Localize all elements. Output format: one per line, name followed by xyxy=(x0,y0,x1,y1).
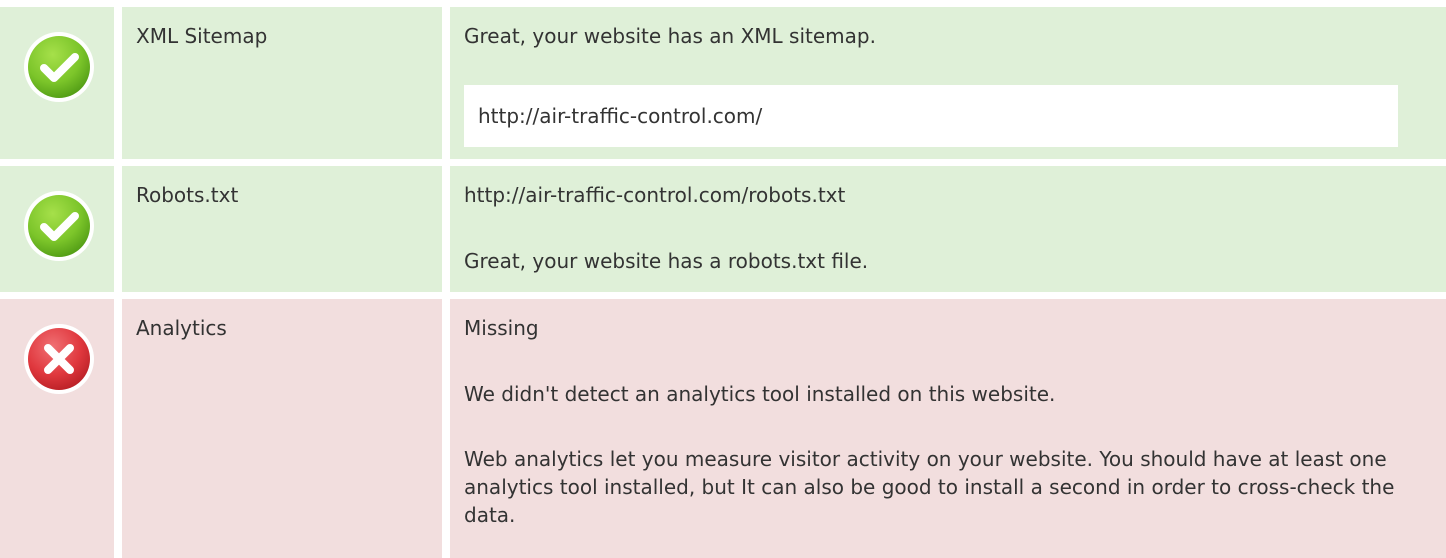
result-advice: Web analytics let you measure visitor ac… xyxy=(464,447,1395,527)
result-status: Missing xyxy=(464,316,539,340)
check-result-cell: Missing We didn't detect an analytics to… xyxy=(450,299,1446,558)
check-name: XML Sitemap xyxy=(136,24,268,48)
check-name: Robots.txt xyxy=(136,183,239,207)
robots-url: http://air-traffic-control.com/robots.tx… xyxy=(464,183,846,207)
status-cell xyxy=(0,166,114,292)
result-message: We didn't detect an analytics tool insta… xyxy=(464,382,1056,406)
sitemap-url: http://air-traffic-control.com/ xyxy=(478,104,763,128)
check-circle-icon xyxy=(22,30,96,104)
result-message: Great, your website has a robots.txt fil… xyxy=(464,249,869,273)
result-message: Great, your website has an XML sitemap. xyxy=(464,24,876,48)
check-result-cell: Great, your website has an XML sitemap. … xyxy=(450,7,1446,159)
check-name-cell: XML Sitemap xyxy=(122,7,442,159)
check-name-cell: Robots.txt xyxy=(122,166,442,292)
check-result-cell: http://air-traffic-control.com/robots.tx… xyxy=(450,166,1446,292)
x-circle-icon xyxy=(22,322,96,396)
check-name: Analytics xyxy=(136,316,227,340)
seo-report: XML Sitemap Great, your website has an X… xyxy=(0,0,1446,558)
report-row-analytics: Analytics Missing We didn't detect an an… xyxy=(0,299,1446,558)
sitemap-url-box: http://air-traffic-control.com/ xyxy=(464,85,1398,147)
check-circle-icon xyxy=(22,189,96,263)
report-row-robots-txt: Robots.txt http://air-traffic-control.co… xyxy=(0,166,1446,292)
status-cell xyxy=(0,7,114,159)
check-name-cell: Analytics xyxy=(122,299,442,558)
report-row-xml-sitemap: XML Sitemap Great, your website has an X… xyxy=(0,7,1446,159)
status-cell xyxy=(0,299,114,558)
